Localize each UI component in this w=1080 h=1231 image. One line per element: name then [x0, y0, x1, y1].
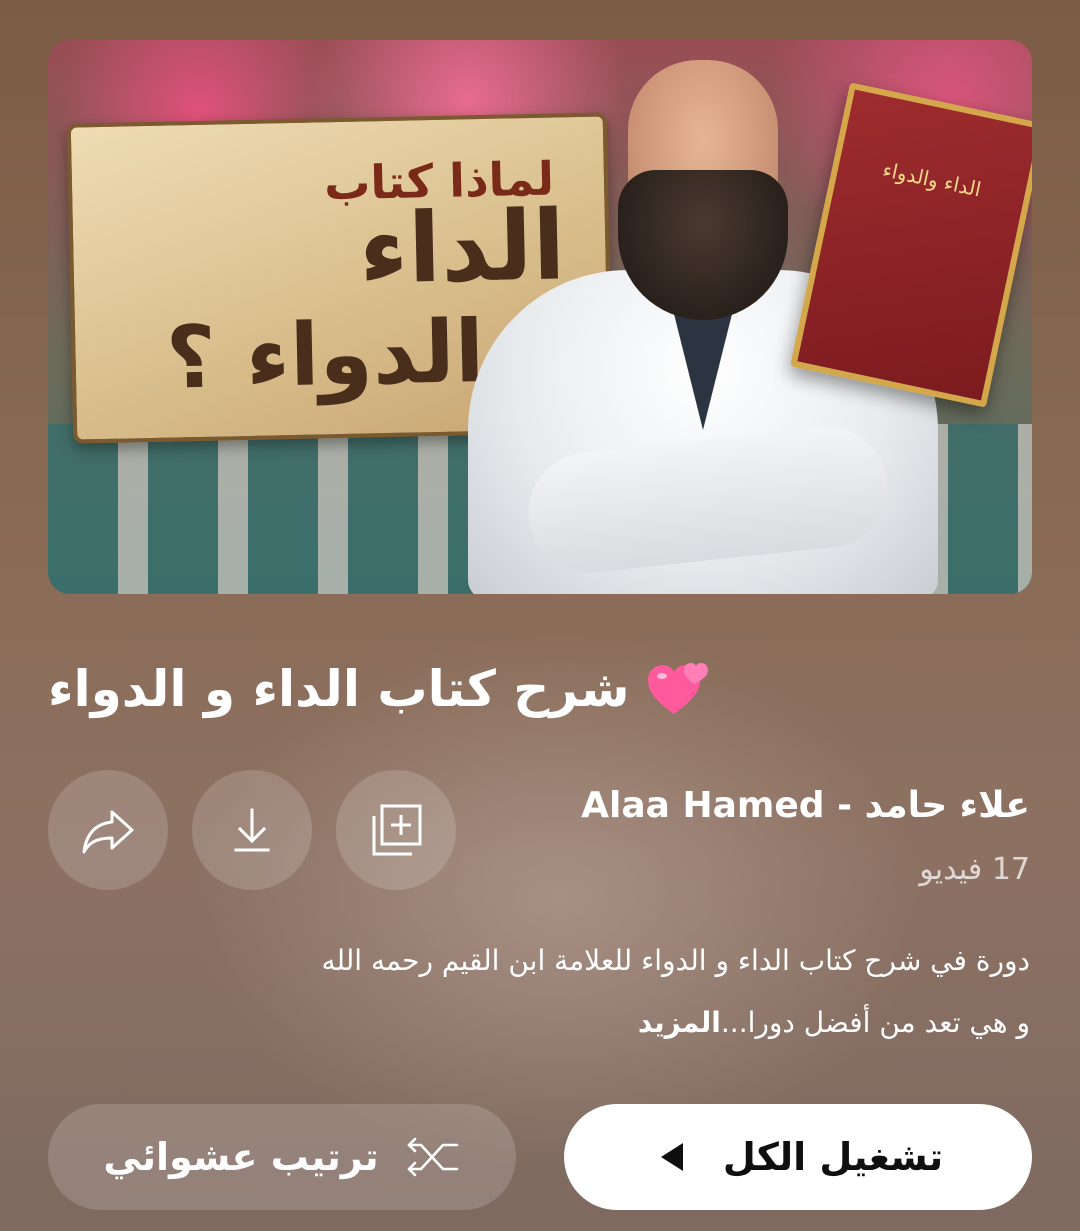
play-icon [660, 1143, 683, 1171]
play-all-label: تشغيل الكل [722, 1135, 944, 1179]
add-to-library-icon [372, 804, 422, 856]
download-icon [234, 808, 270, 852]
channel-name[interactable]: علاء حامد - Alaa Hamed [581, 785, 1030, 826]
shuffle-icon [407, 1137, 458, 1177]
more-link[interactable]: المزيد [638, 1006, 721, 1039]
share-icon [82, 810, 134, 854]
playlist-title-row: شرح كتاب الداء و الدواء [48, 654, 1030, 724]
share-button[interactable] [48, 770, 168, 890]
playlist-description[interactable]: دورة في شرح كتاب الداء و الدواء للعلامة … [200, 930, 1030, 1054]
description-line-2-text: و هي تعد من أفضل دورا... [720, 1006, 1030, 1039]
playlist-thumbnail[interactable]: لماذا كتاب الداء و الدواء ؟ الداء والدوا… [48, 40, 1032, 594]
download-button[interactable] [192, 770, 312, 890]
book-title: الداء والدواء [880, 157, 984, 202]
two-hearts-icon [647, 663, 708, 714]
shuffle-label: ترتيب عشوائي [103, 1135, 379, 1179]
description-line-1: دورة في شرح كتاب الداء و الدواء للعلامة … [321, 944, 1030, 977]
video-count: 17 فيديو [919, 852, 1030, 887]
save-to-library-button[interactable] [336, 770, 456, 890]
shuffle-button[interactable]: ترتيب عشوائي [48, 1104, 516, 1210]
play-all-button[interactable]: تشغيل الكل [564, 1104, 1032, 1210]
playlist-title: شرح كتاب الداء و الدواء [48, 660, 630, 718]
description-line-2: و هي تعد من أفضل دورا...المزيد [200, 992, 1030, 1054]
